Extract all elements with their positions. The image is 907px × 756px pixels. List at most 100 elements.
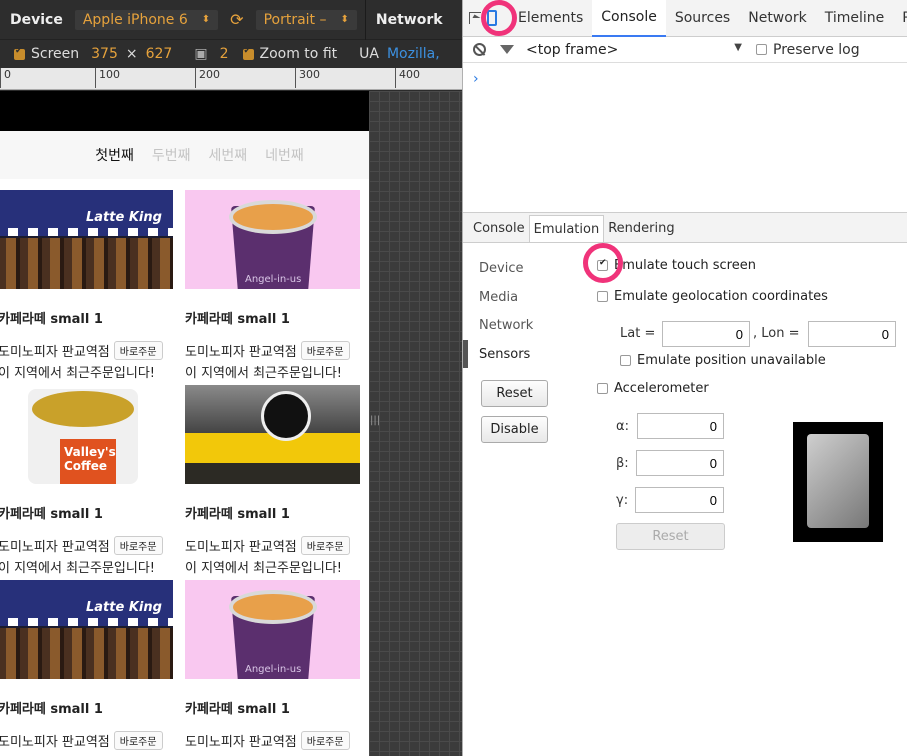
page-tab-2[interactable]: 두번째 [152,145,191,165]
position-unavailable-option[interactable]: Emulate position unavailable [620,353,826,368]
reset-button[interactable]: Reset [481,380,548,407]
emulate-geolocation-checkbox[interactable] [597,291,608,302]
device-canvas-background [369,91,462,756]
inspect-element-icon[interactable] [469,6,481,30]
page-tab-4[interactable]: 네번째 [265,145,304,165]
selected-nav-marker [463,340,468,368]
device-select[interactable]: Apple iPhone 6 ⬍ [74,9,219,30]
gamma-input[interactable] [635,487,724,513]
lon-input[interactable] [808,321,896,347]
orientation-select-value: Portrait – [263,11,327,28]
device-mode-area: Device Apple iPhone 6 ⬍ ⟳ Portrait – ⬍ N… [0,0,462,756]
beta-input[interactable] [636,450,724,476]
frame-select[interactable]: <top frame> ▼ [526,42,742,58]
order-button[interactable]: 바로주문 [300,536,350,555]
emulate-geolocation-label: Emulate geolocation coordinates [614,289,828,304]
ruler-tick: 300 [295,68,320,88]
tab-timeline[interactable]: Timeline [816,0,894,37]
filter-icon[interactable] [500,45,514,54]
preserve-log-checkbox[interactable] [756,44,767,55]
product-image: Latte King [0,580,173,679]
toggle-device-mode-icon[interactable] [481,0,517,36]
preserve-log-label: Preserve log [773,41,860,58]
ua-value[interactable]: Mozilla, [387,46,440,62]
screen-label: Screen [31,46,80,62]
nav-device[interactable]: Device [479,261,533,290]
chevron-updown-icon: ⬍ [201,14,211,25]
store-name: 도미노피자 판교역점 [0,345,110,360]
product-image: Angel-in-us [185,580,360,679]
order-button[interactable]: 바로주문 [300,731,350,750]
chevron-updown-icon: ⬍ [340,14,349,25]
dropdown-arrow-icon: ▼ [734,41,742,53]
tab-console[interactable]: Console [592,0,666,37]
frame-select-value: <top frame> [526,41,619,58]
product-card[interactable]: Valley's Coffee 카페라떼 small 1 도미노피자 판교역점 바… [0,385,173,576]
drawer: Console Emulation Rendering Device Media… [463,212,907,756]
accelerometer-checkbox[interactable] [597,383,608,394]
lat-input[interactable] [662,321,750,347]
page-tab-3[interactable]: 세번째 [209,145,248,165]
tab-network[interactable]: Network [739,0,815,37]
store-name: 도미노피자 판교역점 [0,735,110,750]
accelerometer-option[interactable]: Accelerometer [597,381,709,396]
order-button[interactable]: 바로주문 [113,341,163,360]
order-button[interactable]: 바로주문 [113,536,163,555]
tab-sources[interactable]: Sources [666,0,739,37]
accelerometer-preview[interactable] [793,422,883,542]
orientation-select[interactable]: Portrait – ⬍ [255,9,357,30]
disable-button[interactable]: Disable [481,416,548,443]
product-image: Latte King [0,190,173,289]
position-unavailable-checkbox[interactable] [620,355,631,366]
product-title: 카페라떼 small 1 [0,507,103,522]
screen-height-field[interactable]: 627 [146,46,173,62]
cup-brand-text: Valley's Coffee [60,439,116,484]
devtools-tabbar: Elements Console Sources Network Timelin… [463,0,907,37]
order-button[interactable]: 바로주문 [300,341,350,360]
product-card[interactable]: Latte King 카페라떼 small 1 도미노피자 판교역점 바로주문 이… [0,190,173,381]
order-button[interactable]: 바로주문 [113,731,163,750]
product-card[interactable]: Latte King 카페라떼 small 1 도미노피자 판교역점 바로주문 [0,580,173,750]
lat-label: Lat = [620,326,656,341]
pixel-ratio-icon: ▣ [194,46,208,62]
drawer-tab-console[interactable]: Console [469,215,529,242]
product-card[interactable]: Angel-in-us 카페라떼 small 1 도미노피자 판교역점 바로주문 … [185,190,360,381]
clear-console-icon[interactable] [473,43,486,56]
ruler-tick: 400 [395,68,420,88]
swap-orientation-icon[interactable]: ⟳ [230,10,243,29]
nav-network[interactable]: Network [479,318,533,347]
product-card[interactable]: 카페라떼 small 1 도미노피자 판교역점 바로주문 이 지역에서 최근주문입… [185,385,360,576]
alpha-input[interactable] [637,413,724,439]
screen-width-field[interactable]: 375 [91,46,118,62]
alpha-label: α: [616,419,629,434]
emulated-viewport: 첫번째 두번째 세번째 네번째 Latte King 카페라떼 small 1 … [0,91,369,756]
product-title: 카페라떼 small 1 [0,312,103,327]
drawer-tabs: Console Emulation Rendering [463,213,907,243]
pixel-ratio-field[interactable]: 2 [220,46,229,62]
preserve-log-option[interactable]: Preserve log [756,42,860,58]
lon-label: , Lon = [753,326,800,341]
product-card[interactable]: Angel-in-us 카페라떼 small 1 도미노피자 판교역점 바로주문 [185,580,360,750]
device-orientation-box [807,434,869,528]
recent-order-note: 이 지역에서 최근주문입니다! [0,561,155,576]
store-name: 도미노피자 판교역점 [185,540,297,555]
tab-elements[interactable]: Elements [509,0,592,37]
screen-checkbox[interactable] [14,46,25,60]
zoom-to-fit-checkbox[interactable] [242,46,254,60]
gamma-label: γ: [616,493,629,508]
product-image [185,385,360,484]
accelerometer-reset-button[interactable]: Reset [616,523,725,550]
drawer-tab-rendering[interactable]: Rendering [604,215,678,242]
ua-label: UA [359,46,379,62]
beta-label: β: [616,456,629,471]
tab-profiles[interactable]: P [893,0,907,37]
page-tab-1[interactable]: 첫번째 [95,145,134,165]
nav-sensors[interactable]: Sensors [479,347,533,376]
network-label: Network [375,11,443,28]
resize-handle[interactable]: ||| [370,415,380,435]
emulate-geolocation-option[interactable]: Emulate geolocation coordinates [597,289,828,304]
console-prompt[interactable]: › [473,71,907,87]
nav-media[interactable]: Media [479,290,533,319]
drawer-tab-emulation[interactable]: Emulation [528,215,605,242]
position-unavailable-label: Emulate position unavailable [637,353,826,368]
